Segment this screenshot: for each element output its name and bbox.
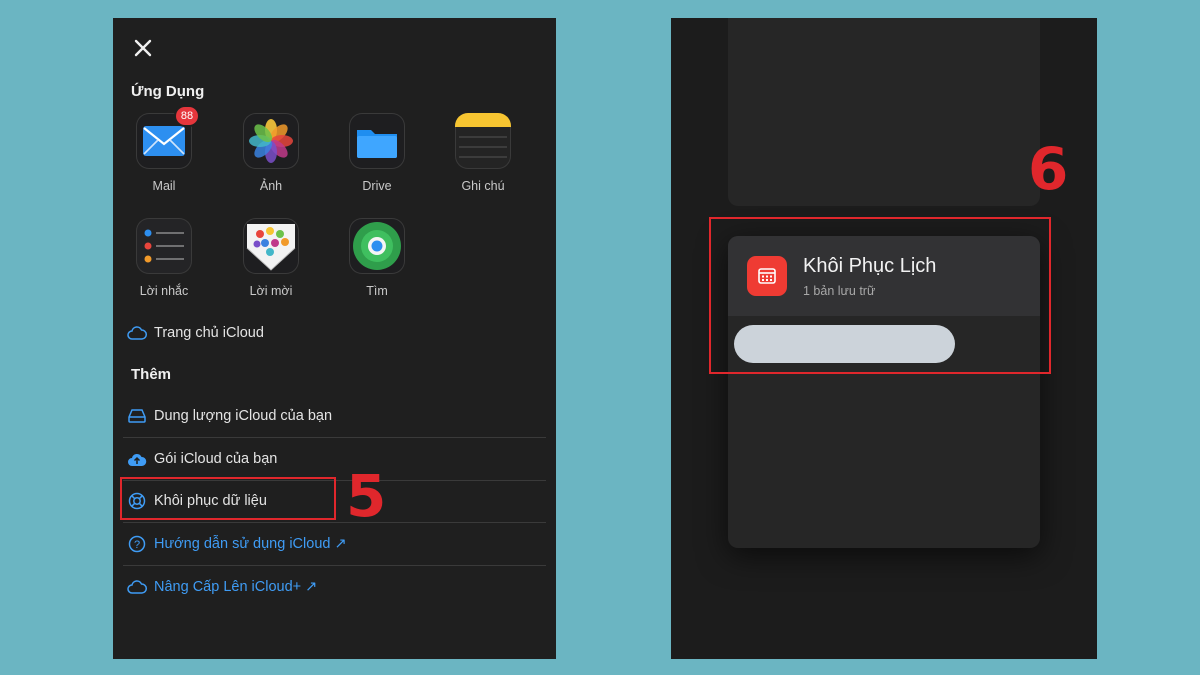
background-card [728, 18, 1040, 206]
loading-placeholder [734, 325, 955, 363]
restore-calendar-title: Khôi Phục Lịch [803, 254, 937, 277]
app-reminders[interactable]: Lời nhắc [124, 218, 204, 298]
guide-label: Hướng dẫn sử dụng iCloud ↗ [154, 536, 347, 552]
photos-icon [243, 113, 299, 169]
folder-icon [349, 113, 405, 169]
step-6-number: 6 [1028, 135, 1069, 203]
cloud-upload-icon [127, 449, 147, 469]
app-photos[interactable]: Ảnh [231, 113, 311, 193]
app-label: Lời mời [249, 284, 293, 298]
storage-icon [127, 406, 147, 426]
close-icon[interactable] [133, 38, 153, 58]
icloud-menu-panel: Ứng Dụng 88 Mail Ảnh Drive Ghi chú Lời n… [113, 18, 556, 659]
app-find[interactable]: Tìm [337, 218, 417, 298]
reminders-icon [136, 218, 192, 274]
app-label: Lời nhắc [139, 284, 189, 298]
icloud-home-label: Trang chủ iCloud [154, 325, 264, 341]
app-notes[interactable]: Ghi chú [443, 113, 523, 193]
plan-label: Gói iCloud của bạn [154, 451, 278, 467]
app-label: Mail [152, 179, 176, 193]
storage-label: Dung lượng iCloud của bạn [154, 408, 333, 424]
calendar-icon [747, 256, 787, 296]
app-label: Drive [362, 179, 392, 193]
more-section-title: Thêm [131, 366, 172, 383]
data-recovery-item[interactable]: Khôi phục dữ liệu [123, 480, 546, 522]
archive-count: 1 bản lưu trữ [803, 283, 876, 298]
app-label: Ghi chú [461, 179, 505, 193]
help-circle-icon: ? [127, 534, 147, 554]
app-drive[interactable]: Drive [337, 113, 417, 193]
mail-badge: 88 [176, 107, 198, 125]
app-label: Ảnh [259, 179, 283, 193]
lifebuoy-icon [127, 491, 147, 511]
icloud-storage-item[interactable]: Dung lượng iCloud của bạn [123, 395, 546, 437]
app-invites[interactable]: Lời mời [231, 218, 311, 298]
app-mail[interactable]: 88 Mail [124, 107, 204, 193]
mail-icon: 88 [136, 107, 198, 169]
notes-icon [455, 113, 511, 169]
apps-section-title: Ứng Dụng [131, 83, 205, 100]
icloud-home-link[interactable]: Trang chủ iCloud [123, 312, 546, 354]
cloud-icon [127, 577, 147, 597]
svg-text:?: ? [134, 539, 140, 551]
icloud-plan-item[interactable]: Gói iCloud của bạn [123, 438, 546, 480]
invites-icon [243, 218, 299, 274]
app-label: Tìm [366, 284, 388, 298]
icloud-guide-link[interactable]: ? Hướng dẫn sử dụng iCloud ↗ [123, 523, 546, 565]
restore-panel: Khôi Phục Lịch 1 bản lưu trữ [671, 18, 1097, 659]
find-my-icon [349, 218, 405, 274]
restore-calendar-card: Khôi Phục Lịch 1 bản lưu trữ [728, 236, 1040, 548]
upgrade-label: Nâng Cấp Lên iCloud+ ↗ [154, 579, 318, 595]
step-5-number: 5 [346, 462, 387, 530]
cloud-icon [127, 323, 147, 343]
upgrade-icloud-plus-link[interactable]: Nâng Cấp Lên iCloud+ ↗ [123, 566, 546, 608]
restore-calendar-header[interactable]: Khôi Phục Lịch 1 bản lưu trữ [728, 236, 1040, 316]
data-recovery-label: Khôi phục dữ liệu [154, 493, 267, 509]
